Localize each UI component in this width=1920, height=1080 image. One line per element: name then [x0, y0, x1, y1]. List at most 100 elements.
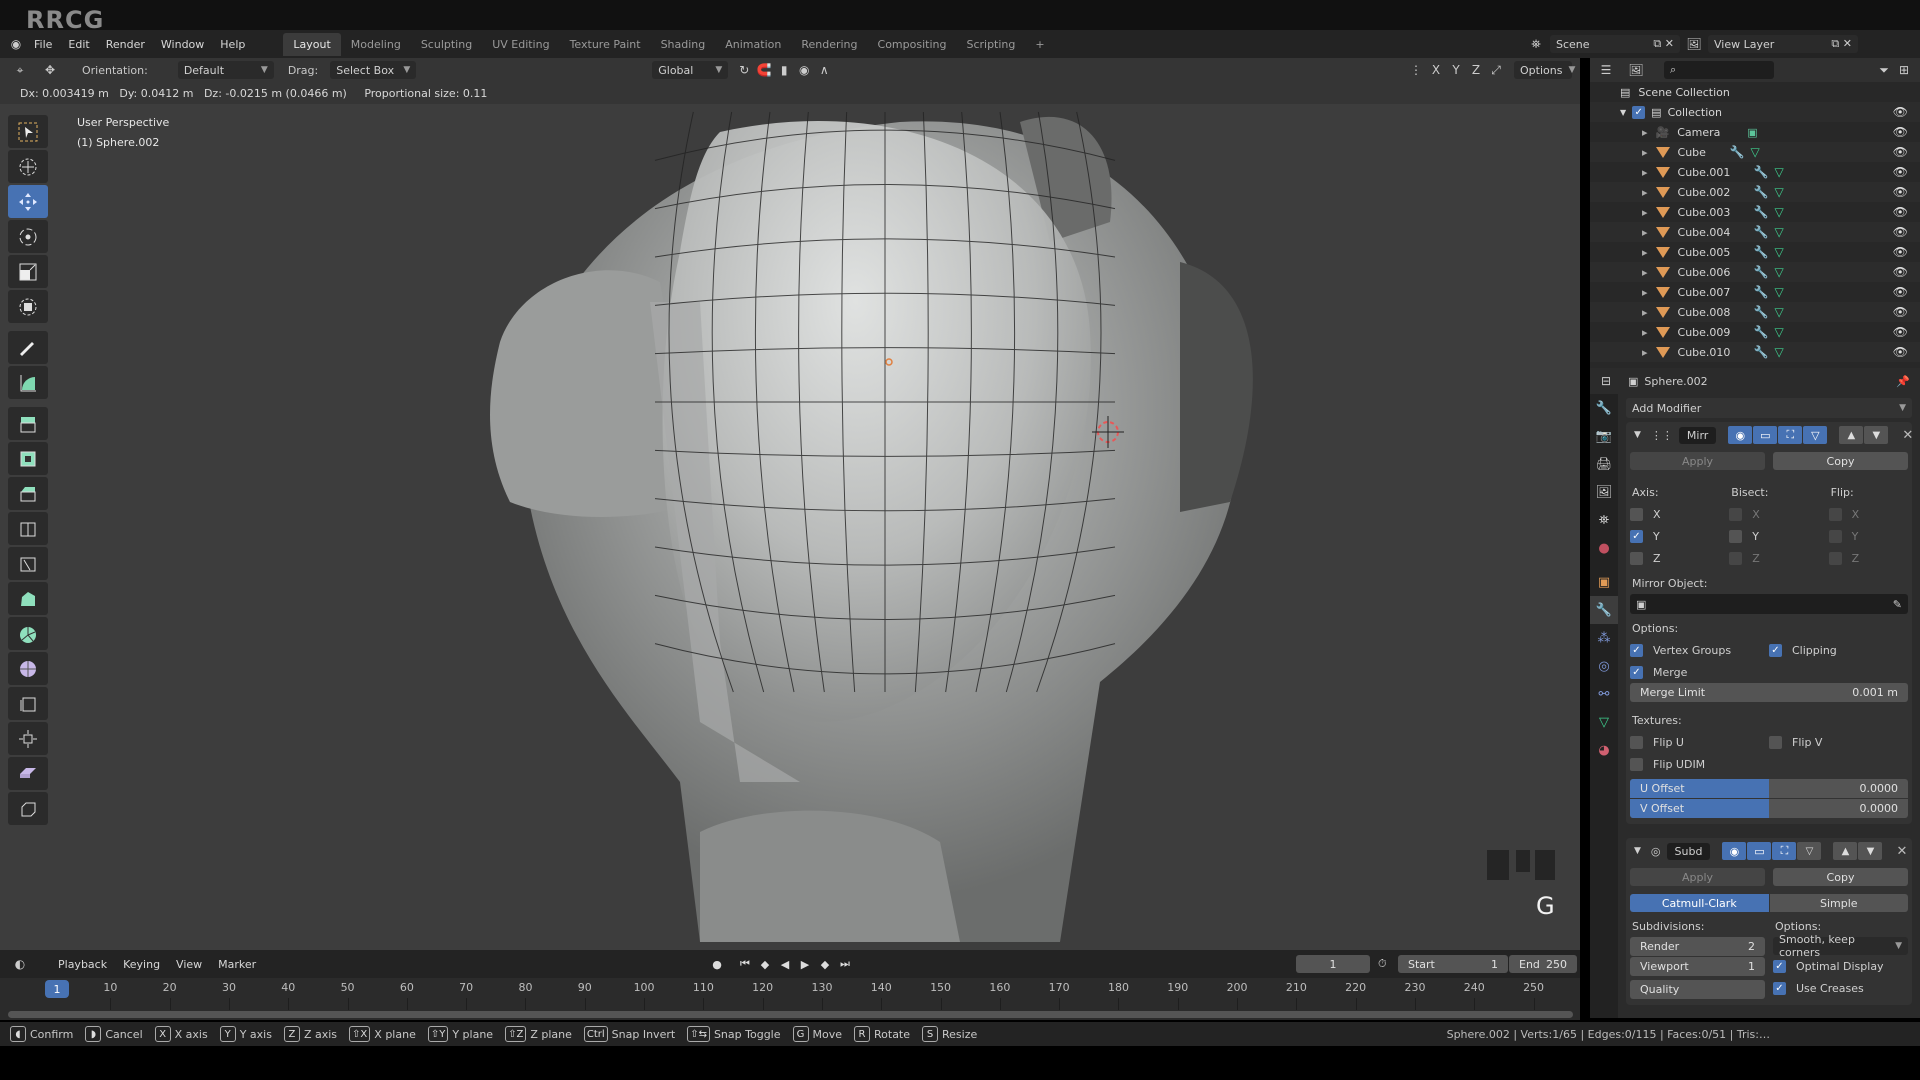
expand-icon[interactable]: ▼ [1620, 108, 1626, 117]
catmull-clark-button[interactable]: Catmull-Clark [1630, 894, 1769, 912]
move-icon[interactable]: ✥ [40, 61, 60, 79]
scene-collection-row[interactable]: ▤ Scene Collection [1590, 82, 1920, 102]
pin-icon[interactable]: 📌 [1896, 375, 1910, 388]
edit-mode-icon[interactable]: ⛶ [1778, 426, 1803, 444]
camera-icon[interactable]: ◉ [1722, 842, 1747, 860]
select-box-tool[interactable] [8, 115, 48, 148]
viewport-levels-field[interactable]: Viewport 1 [1630, 957, 1765, 976]
snap-icon[interactable]: 🧲 [754, 61, 774, 79]
knife-tool[interactable] [8, 547, 48, 580]
pivot-point-icon[interactable]: ↻ [734, 61, 754, 79]
mesh-data-icon[interactable]: ▽ [1750, 145, 1759, 159]
monitor-icon[interactable]: ▭ [1747, 842, 1772, 860]
mesh-data-icon[interactable]: ▽ [1774, 325, 1783, 339]
jump-end-button[interactable]: ⏭ [836, 955, 854, 973]
render-levels-field[interactable]: Render 2 [1630, 937, 1765, 956]
move-down-icon[interactable]: ▼ [1864, 426, 1889, 444]
copy-icon[interactable]: ⧉ ✕ [1831, 37, 1852, 51]
modifier-wrench-icon[interactable]: 🔧 [1754, 165, 1769, 179]
tab-particles[interactable]: ⁂ [1590, 624, 1618, 652]
expand-icon[interactable]: ▸ [1642, 146, 1648, 159]
drag-dropdown[interactable]: Select Box ▼ [330, 61, 417, 79]
mesh-data-icon[interactable]: ▽ [1774, 245, 1783, 259]
collection-checkbox[interactable]: ✓ [1632, 105, 1646, 119]
rotate-tool[interactable] [8, 220, 48, 253]
flip-v-checkbox[interactable]: Flip V [1769, 731, 1908, 753]
tab-layout[interactable]: Layout [283, 32, 341, 56]
eye-icon[interactable]: 👁 [1893, 265, 1908, 279]
display-mode-icon[interactable]: ☰ [1596, 61, 1616, 79]
outliner-item[interactable]: ▸ Cube.004 🔧 ▽ 👁 [1590, 222, 1920, 242]
tab-rendering[interactable]: Rendering [791, 33, 867, 56]
mirror-x-toggle[interactable]: X [1426, 61, 1446, 79]
modifier-wrench-icon[interactable]: 🔧 [1730, 145, 1745, 159]
quality-field[interactable]: Quality [1630, 980, 1765, 999]
axis-z-checkbox[interactable]: Z [1630, 547, 1729, 569]
blender-logo-icon[interactable]: ◉ [6, 35, 26, 53]
copy-icon[interactable]: ⧉ ✕ [1653, 37, 1674, 51]
modifier-name-field[interactable]: Subd [1666, 842, 1711, 860]
mesh-data-icon[interactable]: ▽ [1774, 305, 1783, 319]
falloff-icon[interactable]: ∧ [814, 61, 834, 79]
outliner-item[interactable]: ▸ Cube.008 🔧 ▽ 👁 [1590, 302, 1920, 322]
tab-sculpting[interactable]: Sculpting [411, 33, 482, 56]
mirror-object-field[interactable]: ▣ ✎ [1630, 594, 1908, 614]
copy-button[interactable]: Copy [1773, 868, 1908, 886]
snap-element-icon[interactable]: ▮ [774, 61, 794, 79]
extrude-tool[interactable] [8, 407, 48, 440]
eye-icon[interactable]: 👁 [1893, 125, 1908, 139]
apply-button[interactable]: Apply [1630, 868, 1765, 886]
jump-start-button[interactable]: ⏮ [736, 955, 754, 973]
mirror-icon[interactable]: ⋮ [1406, 61, 1426, 79]
menu-edit[interactable]: Edit [60, 38, 97, 51]
spin-tool[interactable] [8, 617, 48, 650]
transform-orientation-dropdown[interactable]: Global ▼ [652, 61, 729, 79]
expand-icon[interactable]: ▸ [1642, 266, 1648, 279]
shear-tool[interactable] [8, 757, 48, 790]
tab-tool[interactable]: 🔧 [1590, 394, 1618, 422]
tab-output[interactable]: 🖨 [1590, 450, 1618, 478]
flip-udim-checkbox[interactable]: Flip UDIM [1630, 753, 1908, 775]
uv-smooth-dropdown[interactable]: Smooth, keep corners ▼ [1773, 933, 1908, 959]
tab-constraints[interactable]: ⚯ [1590, 680, 1618, 708]
outliner-item[interactable]: ▸ Cube.001 🔧 ▽ 👁 [1590, 162, 1920, 182]
view-layer-icon[interactable]: 🖼 [1684, 35, 1704, 53]
tab-compositing[interactable]: Compositing [868, 33, 957, 56]
flip-z-checkbox[interactable]: Z [1828, 547, 1908, 569]
expand-icon[interactable]: ▸ [1642, 126, 1648, 139]
close-icon[interactable]: ✕ [1902, 428, 1913, 443]
move-up-icon[interactable]: ▲ [1839, 426, 1864, 444]
move-up-icon[interactable]: ▲ [1833, 842, 1858, 860]
u-offset-field[interactable]: U Offset 0.0000 [1630, 779, 1908, 798]
menu-help[interactable]: Help [212, 38, 253, 51]
new-collection-icon[interactable]: ⊞ [1894, 61, 1914, 79]
view-layer-selector[interactable]: View Layer ⧉ ✕ [1708, 35, 1858, 53]
expand-icon[interactable]: ▸ [1642, 186, 1648, 199]
rip-region-tool[interactable] [8, 792, 48, 825]
collection-row[interactable]: ▼ ✓ ▤ Collection 👁 [1590, 102, 1920, 122]
tab-scene[interactable]: ⛯ [1590, 506, 1618, 534]
tab-object[interactable]: ▣ [1590, 568, 1618, 596]
current-frame-field[interactable]: 1 [1296, 955, 1370, 973]
modifier-name-field[interactable]: Mirr [1678, 426, 1717, 444]
tab-data[interactable]: ▽ [1590, 708, 1618, 736]
simple-button[interactable]: Simple [1769, 894, 1908, 912]
tab-animation[interactable]: Animation [715, 33, 791, 56]
record-button[interactable]: ● [708, 955, 726, 973]
eye-icon[interactable]: 👁 [1893, 165, 1908, 179]
camera-icon[interactable]: ◉ [1728, 426, 1753, 444]
menu-window[interactable]: Window [153, 38, 212, 51]
menu-keying[interactable]: Keying [115, 958, 168, 971]
expand-icon[interactable]: ▸ [1642, 306, 1648, 319]
current-frame-indicator[interactable]: 1 [45, 980, 69, 998]
bevel-tool[interactable] [8, 477, 48, 510]
proportional-editing-icon[interactable]: ◉ [794, 61, 814, 79]
collapse-icon[interactable]: ▼ [1634, 846, 1641, 856]
clipping-checkbox[interactable]: ✓ Clipping [1769, 639, 1908, 661]
transform-tool[interactable] [8, 290, 48, 323]
mesh-data-icon[interactable]: ▽ [1774, 265, 1783, 279]
bisect-z-checkbox[interactable]: Z [1729, 547, 1828, 569]
close-icon[interactable]: ✕ [1896, 844, 1907, 859]
mirror-y-toggle[interactable]: Y [1446, 61, 1466, 79]
monitor-icon[interactable]: ▭ [1753, 426, 1778, 444]
